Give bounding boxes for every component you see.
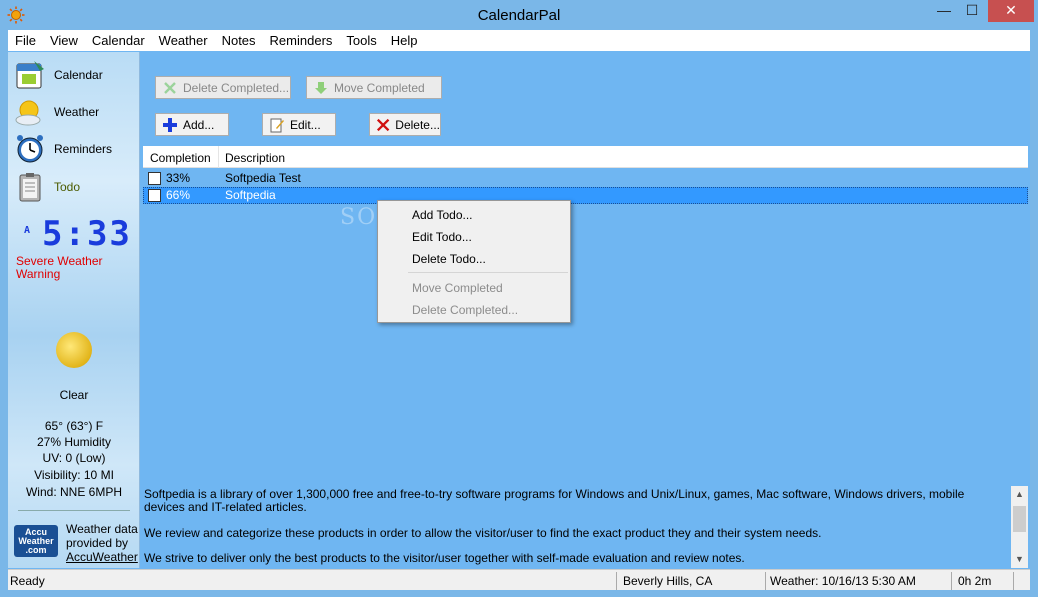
weather-wind: Wind: NNE 6MPH [25, 485, 123, 499]
weather-uv: UV: 0 (Low) [42, 451, 106, 465]
column-completion[interactable]: Completion [150, 151, 211, 165]
delete-button[interactable]: Delete... [369, 113, 441, 136]
weather-condition: Clear [59, 388, 89, 402]
todo-completion: 33% [166, 171, 191, 185]
sidebar-divider [18, 510, 130, 511]
weather-temperature: 65° (63°) F [44, 419, 104, 433]
calendar-icon [16, 61, 44, 89]
context-menu: Add Todo... Edit Todo... Delete Todo... … [377, 200, 571, 323]
clear-sky-icon [56, 332, 92, 368]
weather-visibility: Visibility: 10 MI [34, 468, 114, 482]
status-weather-time: Weather: 10/16/13 5:30 AM [770, 574, 916, 588]
status-separator [1013, 572, 1014, 590]
move-completed-button[interactable]: Move Completed [306, 76, 442, 99]
todo-completion: 66% [166, 188, 191, 202]
ctx-separator [408, 272, 568, 273]
nav-todo-label: Todo [54, 180, 81, 194]
menu-weather[interactable]: Weather [152, 30, 215, 51]
maximize-button[interactable]: ☐ [960, 0, 984, 22]
plus-icon [163, 117, 177, 132]
todo-checkbox[interactable] [148, 189, 161, 202]
ctx-edit-todo[interactable]: Edit Todo... [412, 230, 472, 244]
scroll-up-arrow-icon[interactable]: ▲ [1011, 486, 1028, 503]
todo-clipboard-icon [19, 173, 41, 202]
window-title: CalendarPal [477, 7, 561, 24]
minimize-button[interactable]: — [932, 0, 956, 22]
clock-ampm: A [24, 225, 31, 236]
description-paragraph: Softpedia is a library of over 1,300,000… [144, 487, 965, 514]
column-separator[interactable] [218, 146, 219, 168]
nav-todo[interactable]: Todo [14, 170, 138, 204]
menu-reminders[interactable]: Reminders [263, 30, 340, 51]
description-paragraph: We strive to deliver only the best produ… [144, 551, 745, 565]
status-separator [616, 572, 617, 590]
menu-file[interactable]: File [8, 30, 43, 51]
nav-weather[interactable]: Weather [14, 95, 138, 129]
scroll-thumb[interactable] [1013, 506, 1026, 532]
ctx-delete-todo[interactable]: Delete Todo... [412, 252, 486, 266]
todo-description-text[interactable]: Softpedia is a library of over 1,300,000… [143, 486, 1011, 568]
nav-calendar-label: Calendar [54, 68, 103, 82]
column-description[interactable]: Description [225, 151, 285, 165]
description-scrollbar[interactable]: ▲ ▼ [1011, 486, 1028, 568]
todo-description: Softpedia [225, 188, 276, 202]
sidebar: Calendar Weather Reminders Todo A 5:33 S… [8, 52, 140, 568]
todo-description: Softpedia Test [225, 171, 301, 185]
status-state: Ready [10, 574, 45, 588]
weather-humidity: 27% Humidity [36, 435, 112, 449]
menu-view[interactable]: View [43, 30, 85, 51]
status-elapsed: 0h 2m [958, 574, 992, 588]
todo-row[interactable]: 33% Softpedia Test [143, 170, 1028, 187]
window-frame-left [0, 30, 8, 597]
edit-button[interactable]: Edit... [262, 113, 336, 136]
menu-tools[interactable]: Tools [339, 30, 383, 51]
nav-reminders[interactable]: Reminders [14, 132, 138, 166]
x-icon [164, 81, 176, 94]
status-separator [951, 572, 952, 590]
nav-calendar[interactable]: Calendar [14, 58, 138, 92]
close-button[interactable]: ✕ [988, 0, 1034, 22]
todo-checkbox[interactable] [148, 172, 161, 185]
nav-weather-label: Weather [54, 105, 100, 119]
scroll-down-arrow-icon[interactable]: ▼ [1011, 551, 1028, 568]
nav-reminders-label: Reminders [54, 142, 113, 156]
accuweather-link[interactable]: AccuWeather [66, 550, 138, 564]
menu-calendar[interactable]: Calendar [85, 30, 152, 51]
status-location: Beverly Hills, CA [623, 574, 713, 588]
alarm-clock-icon [17, 135, 43, 163]
window-frame-right [1030, 30, 1038, 597]
todo-row-selected[interactable]: 66% Softpedia [143, 187, 1028, 204]
edit-document-icon [270, 118, 284, 132]
add-button[interactable]: Add... [155, 113, 229, 136]
todo-panel: Delete Completed... Move Completed Add..… [143, 52, 1030, 568]
ctx-add-todo[interactable]: Add Todo... [412, 208, 473, 222]
description-paragraph: We review and categorize these products … [144, 526, 822, 540]
ctx-delete-completed[interactable]: Delete Completed... [412, 303, 518, 317]
title-bar: CalendarPal — ☐ ✕ [0, 0, 1038, 30]
red-x-icon [376, 118, 390, 131]
delete-completed-button[interactable]: Delete Completed... [155, 76, 291, 99]
digital-clock: 5:33 [42, 214, 132, 254]
menu-bar: File View Calendar Weather Notes Reminde… [8, 30, 1030, 51]
weather-icon [15, 100, 41, 126]
status-bar: Ready Beverly Hills, CA Weather: 10/16/1… [8, 569, 1030, 590]
todo-list-header: Completion Description [143, 146, 1028, 168]
ctx-move-completed[interactable]: Move Completed [412, 281, 503, 295]
weather-provider-credit: Weather data provided by AccuWeather [66, 522, 138, 564]
menu-help[interactable]: Help [384, 30, 425, 51]
severe-weather-warning[interactable]: Severe Weather Warning [16, 255, 126, 281]
down-arrow-icon [315, 81, 327, 94]
window-frame-bottom [0, 590, 1038, 597]
menu-notes[interactable]: Notes [215, 30, 263, 51]
accuweather-logo[interactable]: Accu Weather .com [14, 525, 58, 557]
status-separator [765, 572, 766, 590]
